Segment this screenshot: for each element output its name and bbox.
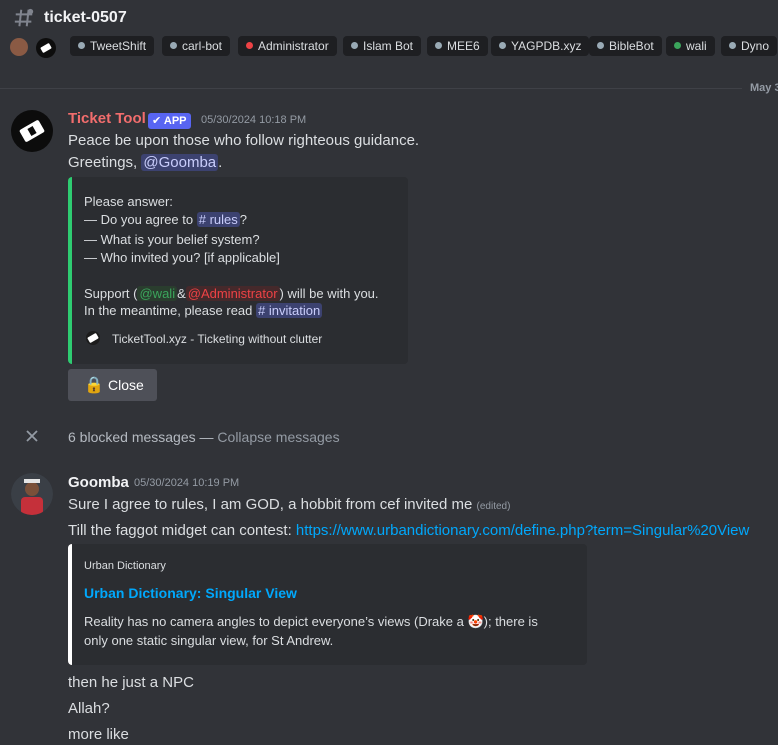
ticket-icon (40, 43, 52, 53)
embed-card: Please answer: — Do you agree to # rules… (68, 177, 408, 364)
role-mention[interactable]: @Administrator (185, 286, 280, 301)
user-mention[interactable]: @wali (137, 286, 178, 301)
message-link[interactable]: https://www.urbandictionary.com/define.p… (296, 522, 749, 539)
embed-description: Reality has no camera angles to depict e… (84, 614, 538, 629)
tag-pill[interactable]: Islam Bot (343, 36, 422, 56)
status-dot (170, 42, 177, 50)
ticket-icon (19, 120, 45, 142)
timestamp: 05/30/2024 10:19 PM (134, 477, 240, 489)
embed-line: — Do you agree to # rules? (84, 212, 248, 227)
tag-pill[interactable]: MEE6 (427, 36, 488, 56)
embed-accent-bar (68, 544, 72, 665)
close-icon[interactable] (24, 428, 40, 444)
avatar-stack (10, 38, 58, 58)
tag-pill[interactable]: wali (666, 36, 715, 56)
message-text: Greetings, @Goomba. (68, 154, 223, 171)
avatar[interactable] (11, 110, 53, 152)
tag-pill[interactable]: BibleBot (589, 36, 662, 56)
embed-accent-bar (68, 177, 72, 364)
date-divider (0, 88, 742, 89)
message-text: Allah? (68, 700, 110, 717)
channel-mention[interactable]: # rules (196, 212, 240, 227)
embed-line: — Who invited you? [if applicable] (84, 250, 280, 265)
tag-pill[interactable]: carl-bot (162, 36, 231, 56)
date-divider-label: May 3 (750, 82, 778, 94)
hashtag-icon: # (198, 212, 206, 227)
tag-pill[interactable]: YAGPDB.xyz (491, 36, 590, 56)
close-ticket-button[interactable]: 🔒 Close (68, 369, 157, 401)
edited-label: (edited) (476, 501, 511, 512)
embed-line: Please answer: (84, 194, 173, 209)
message-text: then he just a NPC (68, 674, 194, 691)
message-text: Peace be upon those who follow righteous… (68, 132, 420, 149)
status-dot (597, 42, 604, 50)
embed-line: Support (@wali & @Administrator) will be w… (84, 286, 379, 301)
collapse-messages-link[interactable]: Collapse messages (217, 429, 339, 445)
status-dot (246, 42, 253, 50)
hashtag-icon: # (258, 303, 266, 318)
clown-emoji-icon: 🤡 (467, 614, 484, 629)
avatar[interactable] (11, 473, 53, 515)
user-avatar-image (11, 473, 53, 515)
status-dot (674, 42, 681, 50)
tag-pill[interactable]: TweetShift (70, 36, 155, 56)
embed-line: In the meantime, please read # invitatio… (84, 303, 323, 318)
author-name[interactable]: Ticket Tool (68, 110, 146, 127)
timestamp: 05/30/2024 10:18 PM (201, 114, 307, 126)
channel-mention[interactable]: # invitation (256, 303, 323, 318)
member-tags-row: TweetShift carl-bot Administrator Islam … (0, 36, 778, 58)
avatar (36, 38, 56, 58)
embed-description: only one static singular view, for St An… (84, 633, 334, 648)
status-dot (729, 42, 736, 50)
check-icon: ✔ (152, 115, 162, 127)
message-text: Sure I agree to rules, I am GOD, a hobbi… (68, 496, 511, 513)
hashtag-icon (14, 8, 34, 27)
avatar (10, 38, 28, 56)
message-text: Till the faggot midget can contest: http… (68, 522, 750, 539)
tag-pill[interactable]: Administrator (238, 36, 337, 56)
message-text: more like (68, 726, 129, 743)
lock-icon: 🔒 (84, 377, 104, 394)
link-embed-card: Urban Dictionary Urban Dictionary: Singu… (68, 544, 587, 665)
channel-header: ticket-0507 (0, 0, 778, 36)
ticket-icon (84, 330, 104, 346)
status-dot (351, 42, 358, 50)
app-badge: ✔ APP (148, 111, 191, 129)
status-dot (435, 42, 442, 50)
tag-pill[interactable]: Dyno (721, 36, 778, 56)
embed-provider: Urban Dictionary (84, 560, 166, 572)
channel-title: ticket-0507 (44, 9, 127, 26)
embed-title-link[interactable]: Urban Dictionary: Singular View (84, 585, 297, 601)
status-dot (78, 42, 85, 50)
user-mention[interactable]: @Goomba (141, 154, 219, 171)
embed-line: — What is your belief system? (84, 232, 260, 247)
blocked-messages-bar: 6 blocked messages — Collapse messages (68, 429, 340, 445)
embed-footer: TicketTool.xyz - Ticketing without clutt… (112, 332, 323, 346)
author-name[interactable]: Goomba (68, 474, 129, 491)
status-dot (499, 42, 506, 50)
